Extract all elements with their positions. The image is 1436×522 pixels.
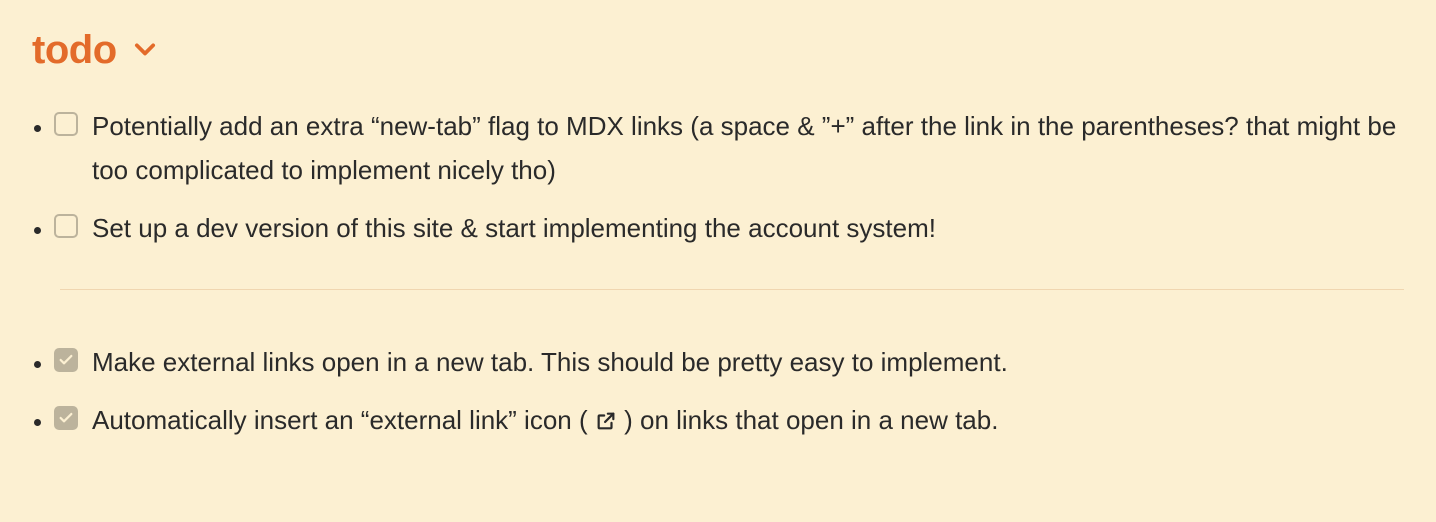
section-heading-row: todo	[32, 30, 1404, 70]
list-item: Make external links open in a new tab. T…	[54, 334, 1404, 392]
item-text: Potentially add an extra “new-tab” flag …	[92, 111, 1396, 185]
external-link-icon	[595, 410, 617, 432]
section-heading: todo	[32, 30, 117, 70]
list-item: Automatically insert an “external link” …	[54, 392, 1404, 450]
checkbox-checked-icon[interactable]	[54, 348, 78, 372]
chevron-down-icon[interactable]	[131, 36, 159, 64]
checkbox-checked-icon[interactable]	[54, 406, 78, 430]
item-text-after: ) on links that open in a new tab.	[617, 405, 999, 435]
list-item: Potentially add an extra “new-tab” flag …	[54, 98, 1404, 200]
checkbox-unchecked-icon[interactable]	[54, 214, 78, 238]
done-list: Make external links open in a new tab. T…	[54, 334, 1404, 450]
item-text: Make external links open in a new tab. T…	[92, 347, 1008, 377]
pending-list: Potentially add an extra “new-tab” flag …	[54, 98, 1404, 259]
list-item: Set up a dev version of this site & star…	[54, 200, 1404, 258]
item-text: Automatically insert an “external link” …	[92, 405, 998, 435]
item-text-before: Automatically insert an “external link” …	[92, 405, 595, 435]
list-divider	[60, 289, 1404, 290]
checkbox-unchecked-icon[interactable]	[54, 112, 78, 136]
item-text: Set up a dev version of this site & star…	[92, 213, 936, 243]
